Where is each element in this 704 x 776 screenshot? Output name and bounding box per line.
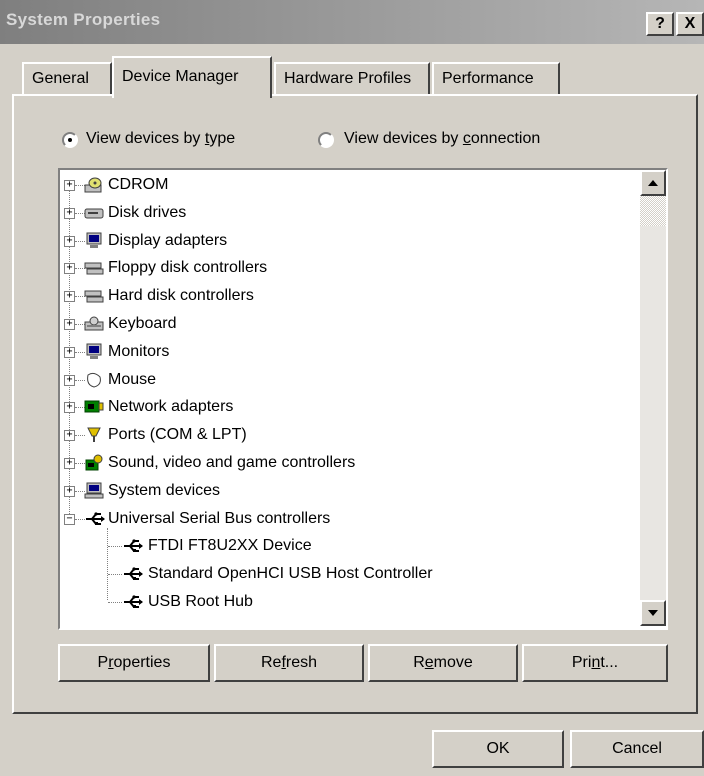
ok-button[interactable]: OK: [432, 730, 564, 768]
tab-general[interactable]: General: [22, 62, 112, 94]
help-button[interactable]: ?: [646, 12, 674, 36]
window-title: System Properties: [6, 10, 161, 29]
tab-panel: [12, 94, 698, 714]
tab-hardware-profiles[interactable]: Hardware Profiles: [274, 62, 430, 94]
tab-performance[interactable]: Performance: [432, 62, 560, 94]
cancel-button[interactable]: Cancel: [570, 730, 704, 768]
tab-device-manager[interactable]: Device Manager: [112, 56, 272, 98]
close-button[interactable]: X: [676, 12, 704, 36]
